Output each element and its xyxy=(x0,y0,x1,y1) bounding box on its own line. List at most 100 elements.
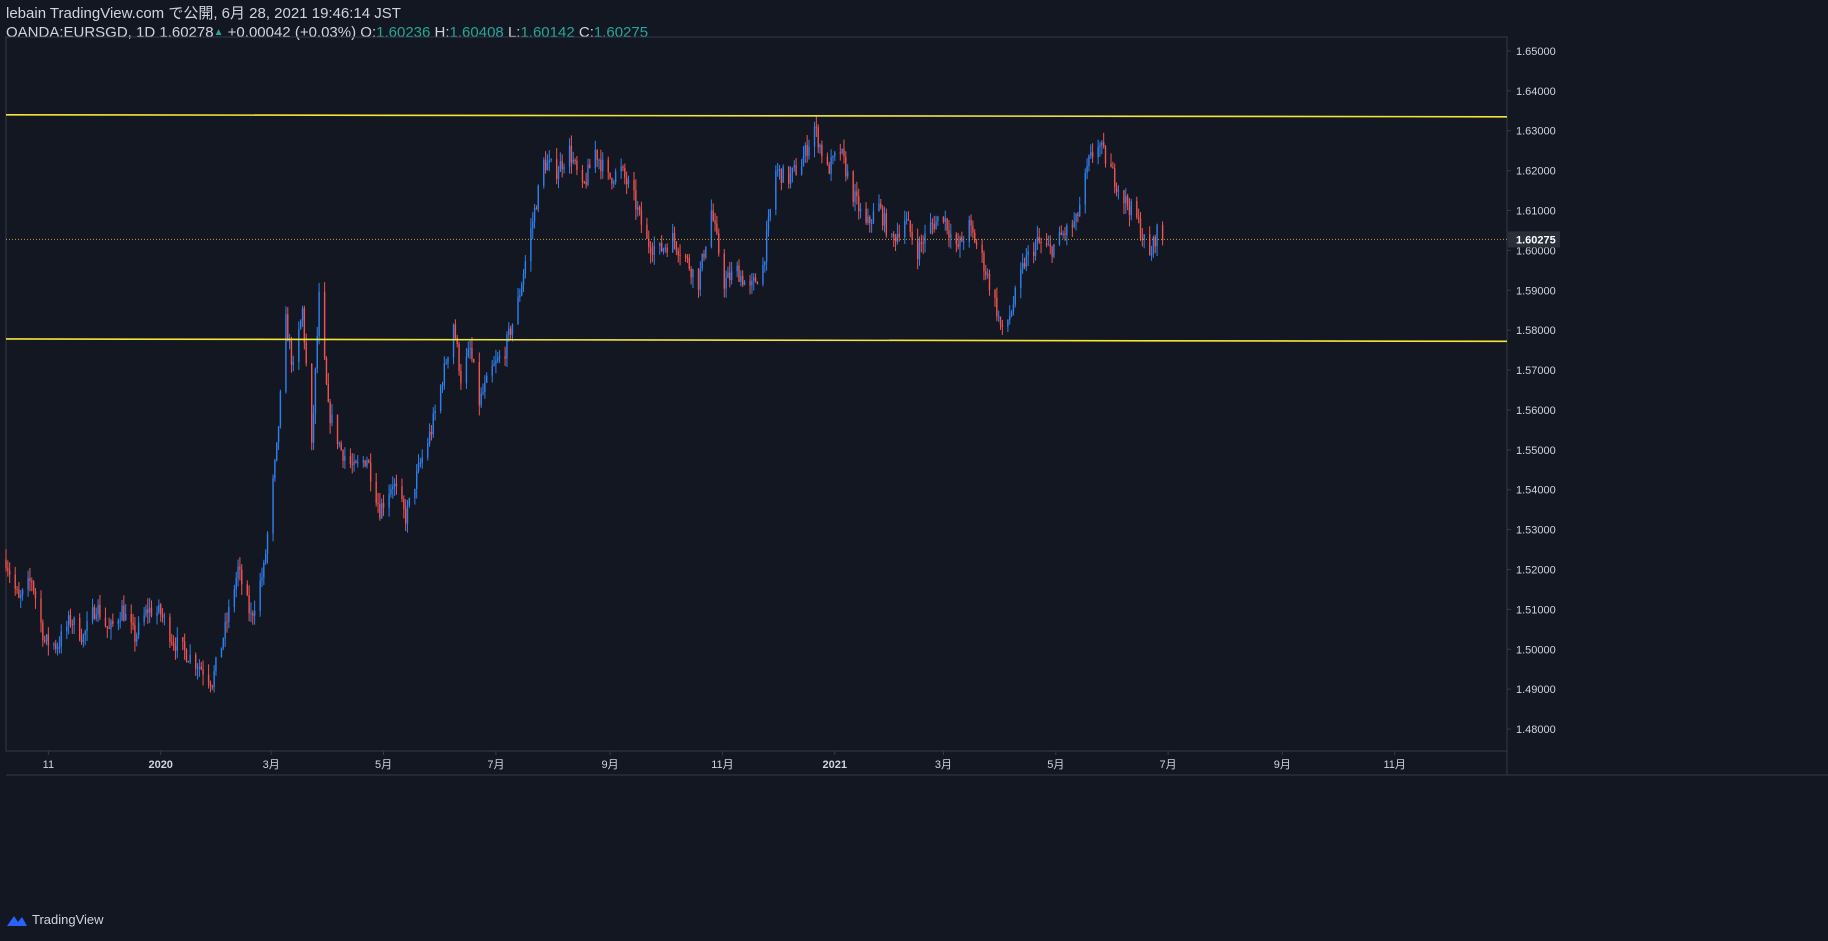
candle-body xyxy=(266,533,269,554)
candle-body xyxy=(535,208,538,210)
candle-body xyxy=(624,168,626,178)
candle-body xyxy=(511,323,514,336)
candle-body xyxy=(20,594,22,598)
candle-body xyxy=(896,233,899,242)
candle-body xyxy=(968,219,970,242)
candle-body xyxy=(344,456,346,461)
candle-body xyxy=(867,216,869,223)
y-tick-label: 1.50000 xyxy=(1516,644,1556,656)
candlestick-chart[interactable]: 1.650001.640001.630001.620001.610001.600… xyxy=(0,0,1828,941)
y-tick-label: 1.55000 xyxy=(1516,445,1556,457)
candle-body xyxy=(950,234,952,238)
candle-body xyxy=(609,172,611,179)
candle-body xyxy=(893,234,895,237)
candle-body xyxy=(806,145,808,156)
candle-body xyxy=(546,162,549,171)
candle-body xyxy=(692,269,694,278)
candle-body xyxy=(1150,254,1153,256)
candle-body xyxy=(498,356,501,359)
candle-body xyxy=(981,244,983,254)
candle-body xyxy=(710,210,713,247)
candle-body xyxy=(209,682,212,686)
candle-body xyxy=(277,426,280,443)
candle-body xyxy=(434,411,436,414)
candle-body xyxy=(447,357,449,364)
candle-body xyxy=(1051,246,1053,257)
candle-body xyxy=(67,615,70,627)
candle-body xyxy=(18,589,20,598)
candle-body xyxy=(1007,319,1009,327)
candle-body xyxy=(327,383,330,402)
candle-body xyxy=(40,598,42,623)
candle-body xyxy=(738,265,740,282)
candle-body xyxy=(299,320,302,330)
candle-body xyxy=(627,180,630,185)
candle-body xyxy=(84,631,86,635)
candle-body xyxy=(250,613,252,615)
x-tick-label: 5月 xyxy=(1047,759,1064,771)
candle-body xyxy=(544,159,547,171)
candle-body xyxy=(568,145,571,167)
candle-body xyxy=(202,669,204,675)
candle-body xyxy=(121,605,123,621)
candle-body xyxy=(143,615,145,623)
candle-body xyxy=(972,225,974,233)
y-tick-label: 1.58000 xyxy=(1516,325,1556,337)
candle-body xyxy=(530,228,532,262)
candle-body xyxy=(176,637,178,651)
candle-body xyxy=(137,622,140,636)
candle-body xyxy=(16,588,18,590)
candle-body xyxy=(1084,172,1086,205)
candle-body xyxy=(1021,263,1024,270)
candle-body xyxy=(189,654,191,663)
candle-body xyxy=(471,347,473,360)
candle-body xyxy=(762,264,764,285)
candle-body xyxy=(907,219,910,221)
candle-body xyxy=(417,463,420,472)
candle-body xyxy=(196,668,199,670)
candle-body xyxy=(311,363,313,443)
candle-body xyxy=(517,297,519,324)
candle-body xyxy=(559,161,562,172)
candle-body xyxy=(97,604,99,615)
candle-body xyxy=(832,156,834,158)
candle-body xyxy=(944,218,946,222)
y-tick-label: 1.49000 xyxy=(1516,684,1556,696)
candle-body xyxy=(911,231,913,240)
support-line xyxy=(5,338,1508,343)
candle-body xyxy=(388,494,390,508)
candle-body xyxy=(741,275,744,286)
candle-body xyxy=(596,149,598,160)
candle-body xyxy=(646,224,648,239)
candle-body xyxy=(1060,232,1063,236)
candle-body xyxy=(416,471,418,489)
candle-body xyxy=(756,282,759,285)
candle-body xyxy=(714,220,716,224)
candle-body xyxy=(519,295,521,298)
candle-body xyxy=(404,508,407,524)
candle-body xyxy=(314,368,317,414)
candle-body xyxy=(43,640,46,642)
candle-body xyxy=(274,460,276,479)
candle-body xyxy=(342,450,344,461)
candle-body xyxy=(697,269,700,290)
candle-body xyxy=(78,617,81,640)
candle-body xyxy=(520,285,523,296)
candle-body xyxy=(241,569,243,585)
candle-body xyxy=(957,244,959,247)
candle-body xyxy=(537,185,539,210)
candle-body xyxy=(533,208,536,222)
candle-body xyxy=(1101,142,1103,146)
candle-body xyxy=(999,316,1002,326)
candle-body xyxy=(379,504,381,519)
candle-body xyxy=(312,413,315,443)
candle-body xyxy=(47,634,50,646)
candle-body xyxy=(493,363,495,366)
candle-body xyxy=(638,207,641,211)
candle-body xyxy=(753,277,755,281)
candle-body xyxy=(942,216,945,222)
candle-body xyxy=(1102,142,1105,147)
candle-body xyxy=(675,242,678,251)
candle-body xyxy=(276,442,278,461)
candle-body xyxy=(997,316,1000,318)
